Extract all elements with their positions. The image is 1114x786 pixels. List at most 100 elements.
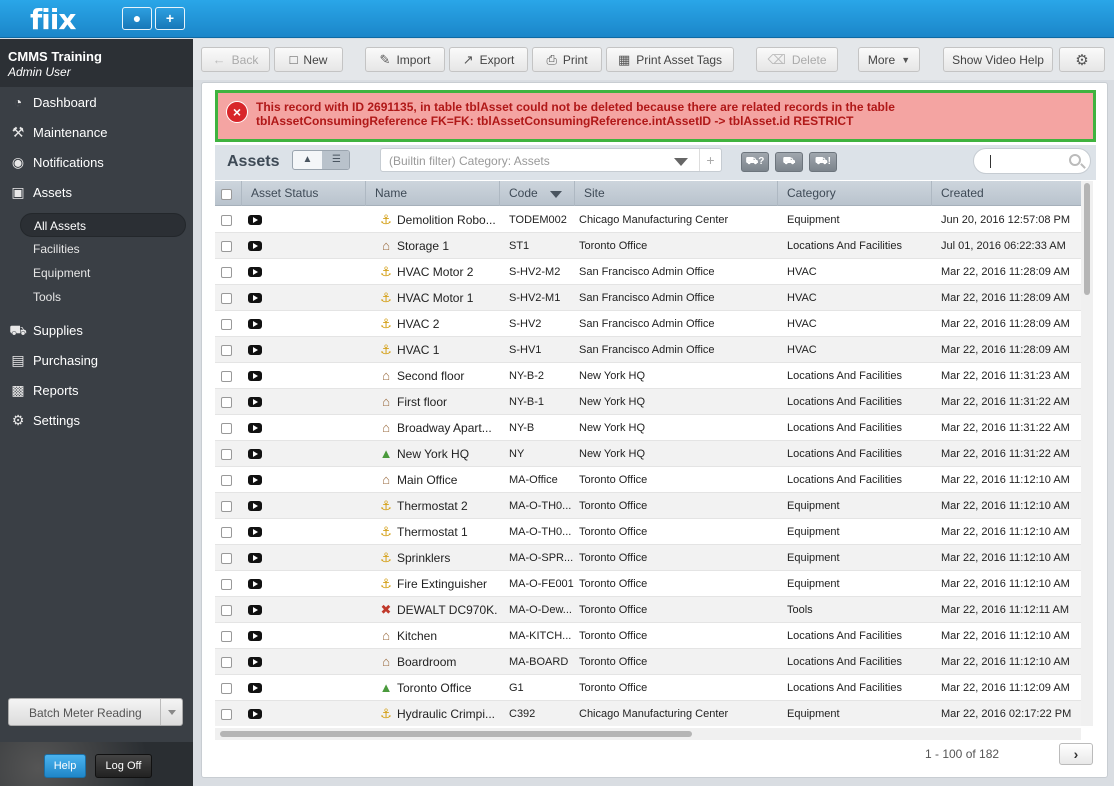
fiix-logo[interactable]: fiix	[30, 3, 76, 36]
sub-tools[interactable]: Tools	[20, 285, 186, 309]
truck-alert-button[interactable]: ⛟!	[809, 152, 837, 172]
horizontal-scroll-thumb[interactable]	[220, 731, 692, 737]
back-button[interactable]: ← Back	[201, 47, 270, 72]
video-icon[interactable]	[248, 371, 262, 381]
nav-notifications[interactable]: ◉ Notifications	[0, 149, 193, 175]
sub-all-assets[interactable]: All Assets	[20, 213, 186, 237]
video-icon[interactable]	[248, 241, 262, 251]
nav-settings[interactable]: ⚙ Settings	[0, 407, 193, 433]
asset-name[interactable]: HVAC Motor 2	[397, 259, 497, 285]
video-icon[interactable]	[248, 449, 262, 459]
row-checkbox[interactable]	[221, 501, 232, 512]
row-checkbox[interactable]	[221, 683, 232, 694]
header-site[interactable]: Site	[575, 181, 778, 206]
nav-maintenance[interactable]: ⚒ Maintenance	[0, 119, 193, 145]
video-icon[interactable]	[248, 683, 262, 693]
table-row[interactable]: ▲ Toronto Office G1 Toronto Office Locations…	[215, 675, 1081, 701]
table-row[interactable]: ⌂ Boardroom MA-BOARD Toronto Office Location…	[215, 649, 1081, 675]
video-icon[interactable]	[248, 267, 262, 277]
table-row[interactable]: ⚓ Demolition Robo... TODEM002 Chicago Manuf…	[215, 207, 1081, 233]
row-checkbox[interactable]	[221, 449, 232, 460]
row-checkbox[interactable]	[221, 241, 232, 252]
table-row[interactable]: ⚓ Fire Extinguisher MA-O-FE001 Toronto Offi…	[215, 571, 1081, 597]
sub-facilities[interactable]: Facilities	[20, 237, 186, 261]
row-checkbox[interactable]	[221, 293, 232, 304]
row-checkbox[interactable]	[221, 319, 232, 330]
asset-name[interactable]: New York HQ	[397, 441, 497, 467]
asset-name[interactable]: Boardroom	[397, 649, 497, 675]
add-button[interactable]: +	[155, 7, 185, 30]
row-checkbox[interactable]	[221, 579, 232, 590]
header-category[interactable]: Category	[778, 181, 932, 206]
video-icon[interactable]	[248, 293, 262, 303]
header-name[interactable]: Name	[366, 181, 500, 206]
row-checkbox[interactable]	[221, 267, 232, 278]
next-page-button[interactable]: ›	[1059, 743, 1093, 765]
table-row[interactable]: ⌂ Second floor NY-B-2 New York HQ Locations …	[215, 363, 1081, 389]
table-row[interactable]: ⚓ Thermostat 1 MA-O-TH0... Toronto Office Eq…	[215, 519, 1081, 545]
new-button[interactable]: □ New	[274, 47, 343, 72]
row-checkbox[interactable]	[221, 657, 232, 668]
asset-name[interactable]: HVAC Motor 1	[397, 285, 497, 311]
table-row[interactable]: ⚓ HVAC 2 S-HV2 San Francisco Admin Office HV…	[215, 311, 1081, 337]
row-checkbox[interactable]	[221, 345, 232, 356]
table-row[interactable]: ✖ DEWALT DC970K... MA-O-Dew... Toronto Offi…	[215, 597, 1081, 623]
video-icon[interactable]	[248, 215, 262, 225]
more-button[interactable]: More ▼	[858, 47, 920, 72]
horizontal-scrollbar[interactable]	[215, 728, 1081, 740]
sub-equipment[interactable]: Equipment	[20, 261, 186, 285]
table-row[interactable]: ⚓ Thermostat 2 MA-O-TH0... Toronto Office Eq…	[215, 493, 1081, 519]
table-row[interactable]: ⌂ Storage 1 ST1 Toronto Office Locations And…	[215, 233, 1081, 259]
row-checkbox[interactable]	[221, 605, 232, 616]
import-button[interactable]: ✎ Import	[365, 47, 445, 72]
asset-name[interactable]: Fire Extinguisher	[397, 571, 497, 597]
chevron-down-icon[interactable]	[160, 699, 182, 725]
nav-reports[interactable]: ▩ Reports	[0, 377, 193, 403]
table-row[interactable]: ⚓ HVAC Motor 1 S-HV2-M1 San Francisco Admin…	[215, 285, 1081, 311]
row-checkbox[interactable]	[221, 475, 232, 486]
log-off-button[interactable]: Log Off	[95, 754, 152, 778]
asset-name[interactable]: Main Office	[397, 467, 497, 493]
video-icon[interactable]	[248, 397, 262, 407]
table-row[interactable]: ⚓ HVAC 1 S-HV1 San Francisco Admin Office HV…	[215, 337, 1081, 363]
user-button[interactable]: ●	[122, 7, 152, 30]
asset-name[interactable]: HVAC 2	[397, 311, 497, 337]
row-checkbox[interactable]	[221, 709, 232, 720]
table-row[interactable]: ⚓ Hydraulic Crimpi... C392 Chicago Manufact…	[215, 701, 1081, 726]
video-icon[interactable]	[248, 423, 262, 433]
nav-assets[interactable]: ▣ Assets	[0, 179, 193, 205]
table-row[interactable]: ⌂ Kitchen MA-KITCH... Toronto Office Locatio…	[215, 623, 1081, 649]
asset-name[interactable]: Toronto Office	[397, 675, 497, 701]
header-asset-status[interactable]: Asset Status	[242, 181, 366, 206]
row-checkbox[interactable]	[221, 631, 232, 642]
row-checkbox[interactable]	[221, 553, 232, 564]
asset-name[interactable]: Demolition Robo...	[397, 207, 497, 233]
video-icon[interactable]	[248, 631, 262, 641]
video-icon[interactable]	[248, 657, 262, 667]
video-icon[interactable]	[248, 579, 262, 589]
search-input[interactable]	[988, 153, 1068, 169]
asset-name[interactable]: Thermostat 2	[397, 493, 497, 519]
settings-button[interactable]: ⚙	[1059, 47, 1105, 72]
row-checkbox[interactable]	[221, 397, 232, 408]
table-row[interactable]: ⚓ Sprinklers MA-O-SPR... Toronto Office Equi…	[215, 545, 1081, 571]
asset-name[interactable]: Broadway Apart...	[397, 415, 497, 441]
vertical-scrollbar[interactable]	[1081, 181, 1093, 726]
select-all-checkbox[interactable]	[221, 189, 232, 200]
table-row[interactable]: ⚓ HVAC Motor 2 S-HV2-M2 San Francisco Admin…	[215, 259, 1081, 285]
truck-button[interactable]: ⛟	[775, 152, 803, 172]
filter-select[interactable]: (Builtin filter) Category: Assets +	[380, 148, 722, 172]
show-video-help-button[interactable]: Show Video Help	[943, 47, 1053, 72]
row-checkbox[interactable]	[221, 527, 232, 538]
video-icon[interactable]	[248, 709, 262, 719]
tree-view-icon[interactable]: ▲	[293, 151, 322, 169]
asset-name[interactable]: Kitchen	[397, 623, 497, 649]
table-row[interactable]: ⌂ Broadway Apart... NY-B New York HQ Locatio…	[215, 415, 1081, 441]
batch-meter-reading-button[interactable]: Batch Meter Reading	[8, 698, 183, 726]
list-view-icon[interactable]: ☰	[322, 151, 349, 169]
table-row[interactable]: ▲ New York HQ NY New York HQ Locations And F…	[215, 441, 1081, 467]
asset-name[interactable]: DEWALT DC970K...	[397, 597, 497, 623]
video-icon[interactable]	[248, 475, 262, 485]
export-button[interactable]: ↗ Export	[449, 47, 528, 72]
header-created[interactable]: Created	[932, 181, 1081, 206]
